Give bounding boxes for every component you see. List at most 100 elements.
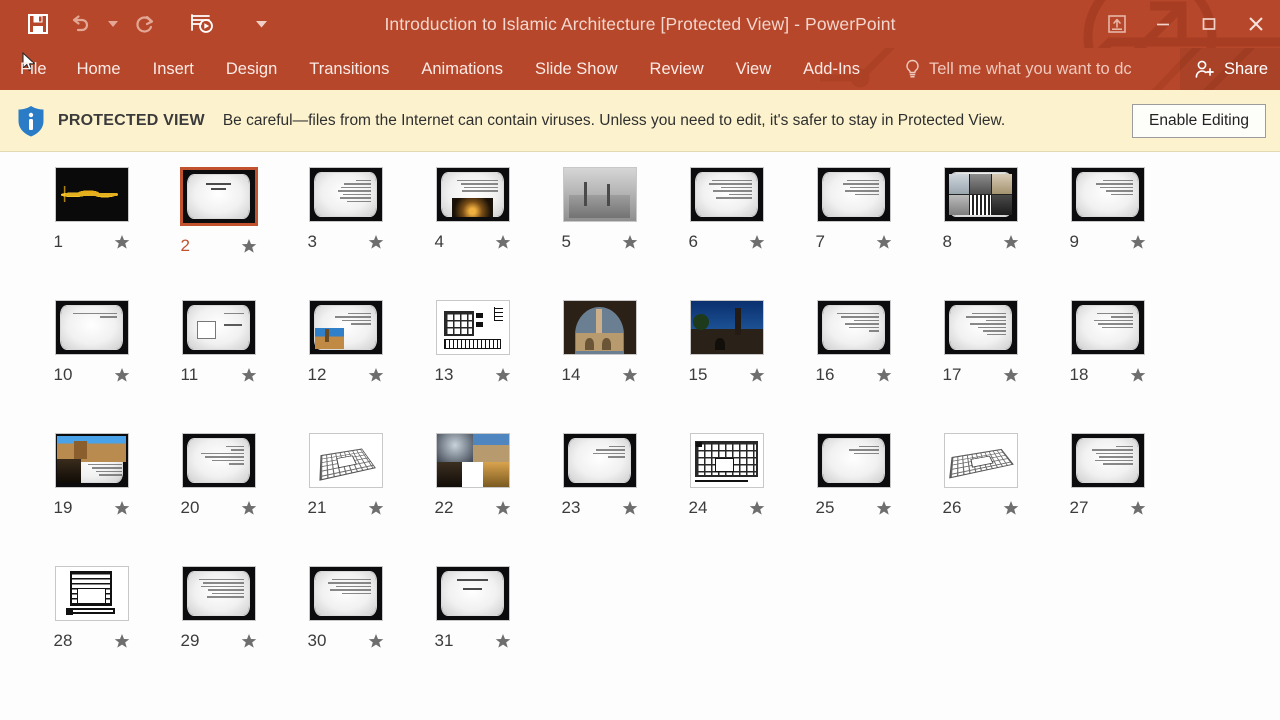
- slide-preview[interactable]: [179, 167, 258, 226]
- star-icon[interactable]: [114, 500, 130, 516]
- star-icon[interactable]: [114, 367, 130, 383]
- tab-add-ins[interactable]: Add-Ins: [787, 48, 876, 90]
- star-icon[interactable]: [495, 633, 511, 649]
- star-icon[interactable]: [1130, 367, 1146, 383]
- slide-preview[interactable]: [689, 167, 764, 222]
- slide-thumbnail-17[interactable]: 17: [917, 299, 1044, 432]
- star-icon[interactable]: [876, 234, 892, 250]
- star-icon[interactable]: [1130, 500, 1146, 516]
- star-icon[interactable]: [368, 234, 384, 250]
- slide-thumbnail-12[interactable]: 12: [282, 299, 409, 432]
- tab-insert[interactable]: Insert: [137, 48, 210, 90]
- slide-thumbnail-24[interactable]: 24: [663, 432, 790, 565]
- slide-sorter-pane[interactable]: 1 2 3 4 5 6 7 8 9 10 11 12 13 14 15 16 1…: [0, 152, 1280, 720]
- start-presentation-icon[interactable]: [182, 4, 222, 44]
- restore-icon[interactable]: [1186, 0, 1232, 48]
- close-icon[interactable]: [1232, 0, 1280, 48]
- tab-file[interactable]: File: [0, 48, 61, 90]
- slide-preview[interactable]: [181, 566, 256, 621]
- slide-preview[interactable]: [943, 433, 1018, 488]
- star-icon[interactable]: [241, 367, 257, 383]
- slide-thumbnail-19[interactable]: 19: [28, 432, 155, 565]
- star-icon[interactable]: [114, 234, 130, 250]
- tab-home[interactable]: Home: [61, 48, 137, 90]
- tab-animations[interactable]: Animations: [405, 48, 519, 90]
- tab-review[interactable]: Review: [634, 48, 720, 90]
- star-icon[interactable]: [495, 367, 511, 383]
- slide-preview[interactable]: [54, 300, 129, 355]
- slide-preview[interactable]: [308, 167, 383, 222]
- star-icon[interactable]: [495, 234, 511, 250]
- star-icon[interactable]: [368, 500, 384, 516]
- customize-quick-access-chevron-down-icon[interactable]: [250, 4, 272, 44]
- star-icon[interactable]: [241, 500, 257, 516]
- slide-thumbnail-26[interactable]: 26: [917, 432, 1044, 565]
- star-icon[interactable]: [241, 238, 257, 254]
- slide-thumbnail-7[interactable]: 7: [790, 166, 917, 299]
- star-icon[interactable]: [749, 234, 765, 250]
- star-icon[interactable]: [241, 633, 257, 649]
- slide-preview[interactable]: [435, 300, 510, 355]
- star-icon[interactable]: [1003, 500, 1019, 516]
- slide-preview[interactable]: [54, 433, 129, 488]
- slide-preview[interactable]: [562, 300, 637, 355]
- star-icon[interactable]: [876, 367, 892, 383]
- minimize-icon[interactable]: [1140, 0, 1186, 48]
- slide-preview[interactable]: [308, 433, 383, 488]
- star-icon[interactable]: [876, 500, 892, 516]
- slide-thumbnail-9[interactable]: 9: [1044, 166, 1171, 299]
- slide-preview[interactable]: [308, 566, 383, 621]
- slide-thumbnail-30[interactable]: 30: [282, 565, 409, 698]
- slide-thumbnail-27[interactable]: 27: [1044, 432, 1171, 565]
- slide-thumbnail-15[interactable]: 15: [663, 299, 790, 432]
- star-icon[interactable]: [622, 500, 638, 516]
- slide-thumbnail-4[interactable]: 4: [409, 166, 536, 299]
- slide-thumbnail-20[interactable]: 20: [155, 432, 282, 565]
- slide-preview[interactable]: [689, 300, 764, 355]
- undo-dropdown-chevron-down-icon[interactable]: [102, 4, 124, 44]
- slide-thumbnail-13[interactable]: 13: [409, 299, 536, 432]
- slide-thumbnail-28[interactable]: 28: [28, 565, 155, 698]
- slide-thumbnail-6[interactable]: 6: [663, 166, 790, 299]
- slide-thumbnail-23[interactable]: 23: [536, 432, 663, 565]
- slide-thumbnail-3[interactable]: 3: [282, 166, 409, 299]
- slide-preview[interactable]: [1070, 167, 1145, 222]
- slide-thumbnail-18[interactable]: 18: [1044, 299, 1171, 432]
- slide-preview[interactable]: [816, 300, 891, 355]
- star-icon[interactable]: [368, 633, 384, 649]
- slide-thumbnail-5[interactable]: 5: [536, 166, 663, 299]
- slide-thumbnail-25[interactable]: 25: [790, 432, 917, 565]
- star-icon[interactable]: [1130, 234, 1146, 250]
- star-icon[interactable]: [368, 367, 384, 383]
- star-icon[interactable]: [622, 234, 638, 250]
- slide-thumbnail-16[interactable]: 16: [790, 299, 917, 432]
- slide-thumbnail-21[interactable]: 21: [282, 432, 409, 565]
- slide-preview[interactable]: [1070, 300, 1145, 355]
- star-icon[interactable]: [1003, 234, 1019, 250]
- star-icon[interactable]: [622, 367, 638, 383]
- slide-thumbnail-29[interactable]: 29: [155, 565, 282, 698]
- tab-slide-show[interactable]: Slide Show: [519, 48, 634, 90]
- star-icon[interactable]: [114, 633, 130, 649]
- slide-preview[interactable]: [435, 433, 510, 488]
- ribbon-display-options-icon[interactable]: [1094, 0, 1140, 48]
- share-button[interactable]: Share: [1179, 48, 1280, 90]
- slide-preview[interactable]: [816, 433, 891, 488]
- slide-thumbnail-1[interactable]: 1: [28, 166, 155, 299]
- slide-preview[interactable]: [181, 433, 256, 488]
- star-icon[interactable]: [749, 500, 765, 516]
- slide-preview[interactable]: [689, 433, 764, 488]
- slide-thumbnail-22[interactable]: 22: [409, 432, 536, 565]
- star-icon[interactable]: [495, 500, 511, 516]
- slide-thumbnail-31[interactable]: 31: [409, 565, 536, 698]
- save-icon[interactable]: [18, 4, 58, 44]
- slide-thumbnail-11[interactable]: 11: [155, 299, 282, 432]
- slide-preview[interactable]: [562, 433, 637, 488]
- tell-me-search[interactable]: Tell me what you want to dc: [904, 59, 1132, 79]
- tab-view[interactable]: View: [720, 48, 787, 90]
- slide-preview[interactable]: [54, 167, 129, 222]
- slide-preview[interactable]: [435, 566, 510, 621]
- slide-preview[interactable]: [1070, 433, 1145, 488]
- slide-preview[interactable]: [54, 566, 129, 621]
- tab-transitions[interactable]: Transitions: [293, 48, 405, 90]
